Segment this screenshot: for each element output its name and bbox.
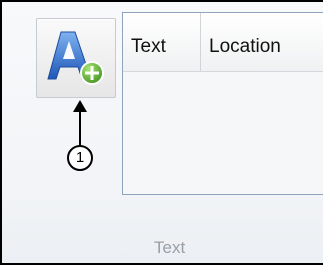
column-header-location[interactable]: Location xyxy=(201,13,323,71)
add-text-button[interactable] xyxy=(36,18,116,98)
column-header-text[interactable]: Text xyxy=(123,13,201,71)
ribbon-group-frame: Text Location Text xyxy=(0,0,323,265)
text-location-list[interactable]: Text Location xyxy=(122,12,323,195)
add-text-icon xyxy=(47,31,104,85)
ribbon-group-label: Text xyxy=(154,238,186,257)
callout-arrow xyxy=(73,100,87,146)
callout-number-badge: 1 xyxy=(67,145,93,171)
list-header: Text Location xyxy=(123,13,323,72)
